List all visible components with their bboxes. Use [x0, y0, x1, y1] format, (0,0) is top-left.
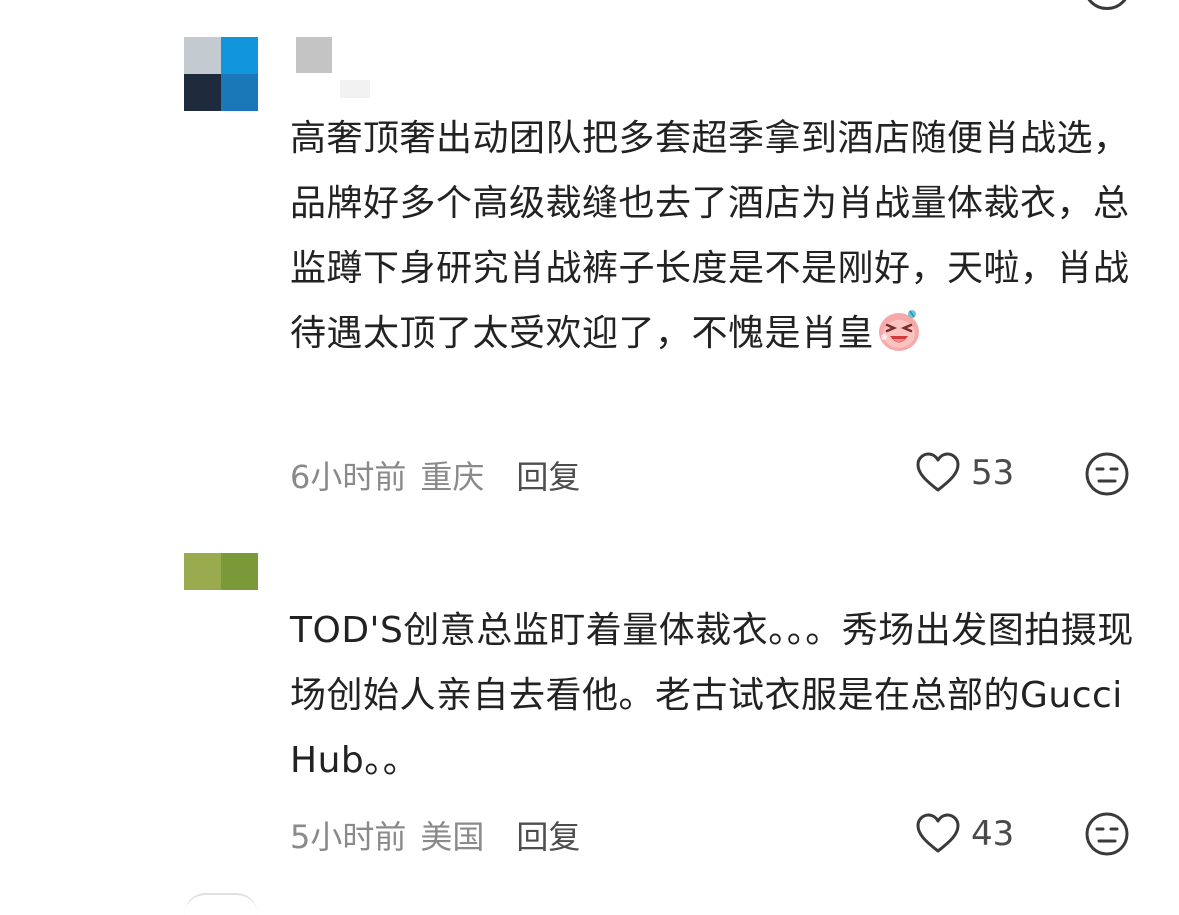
avatar[interactable] — [184, 37, 258, 111]
username-redacted[interactable] — [296, 37, 332, 73]
comment-text: TOD'S创意总监盯着量体裁衣。。。秀场出发图拍摄现场创始人亲自去看他。老古试衣… — [290, 598, 1150, 793]
comment-text-content: 高奢顶奢出动团队把多套超季拿到酒店随便肖战选，品牌好多个高级裁缝也去了酒店为肖战… — [290, 118, 1130, 354]
reply-button[interactable]: 回复 — [516, 812, 580, 858]
like-count: 53 — [971, 453, 1015, 493]
like-count: 43 — [971, 814, 1015, 854]
comment-location: 美国 — [420, 818, 485, 856]
avatar-pixel — [184, 553, 221, 590]
comment-text-content: TOD'S创意总监盯着量体裁衣。。。秀场出发图拍摄现场创始人亲自去看他。老古试衣… — [290, 610, 1135, 781]
crying-laughing-face-emoji — [879, 310, 920, 351]
avatar-pixel — [221, 553, 258, 590]
comment-time: 6小时前 — [290, 458, 407, 496]
avatar-pixel — [221, 74, 258, 111]
neutral-face-icon[interactable] — [1084, 811, 1130, 857]
comment-location: 重庆 — [420, 458, 485, 496]
avatar-pixel — [221, 37, 258, 74]
previous-react-icon[interactable] — [1083, 0, 1131, 10]
comment-text: 高奢顶奢出动团队把多套超季拿到酒店随便肖战选，品牌好多个高级裁缝也去了酒店为肖战… — [290, 106, 1150, 366]
like-button[interactable]: 43 — [915, 811, 1014, 857]
comment-meta: 6小时前 重庆 回复 — [290, 452, 580, 498]
heart-outline-icon — [916, 452, 960, 492]
avatar[interactable] — [184, 553, 258, 590]
username-redacted-shadow — [340, 80, 370, 98]
like-button[interactable]: 53 — [915, 450, 1014, 496]
comment-meta: 5小时前 美国 回复 — [290, 812, 580, 858]
neutral-face-icon[interactable] — [1084, 451, 1130, 497]
comment-time: 5小时前 — [290, 818, 407, 856]
next-comment-avatar-remnant — [184, 893, 258, 915]
avatar-pixel — [184, 37, 221, 74]
avatar-pixel — [184, 74, 221, 111]
heart-outline-icon — [916, 813, 960, 853]
reply-button[interactable]: 回复 — [516, 452, 580, 498]
